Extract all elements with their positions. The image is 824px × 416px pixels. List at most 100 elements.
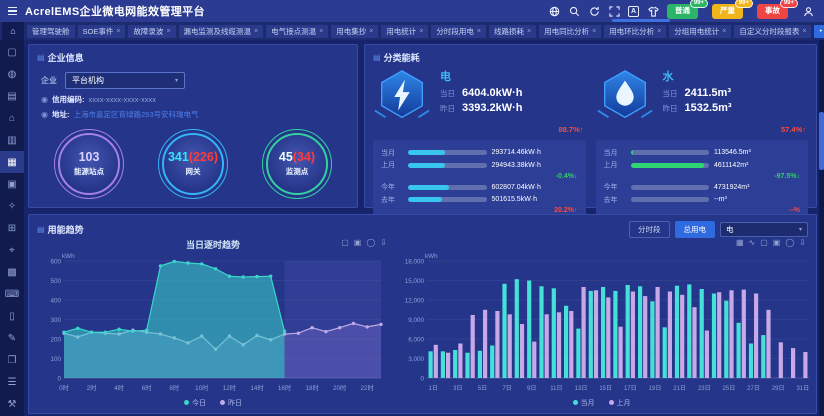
- tab-contact-temperature[interactable]: 电气接点测温×: [266, 25, 328, 38]
- tab-fault-recording[interactable]: 故障录波×: [128, 25, 175, 38]
- tab-line-loss[interactable]: 线路损耗×: [489, 25, 536, 38]
- refresh-icon[interactable]: [588, 5, 600, 17]
- down-arrow-icon: ↓: [797, 173, 801, 180]
- sidebar-item-video[interactable]: ▣: [0, 173, 24, 195]
- water-column: 水 当日2411.5m³ 昨日1532.5m³ 57.4%↑ 当月113546.…: [596, 67, 809, 219]
- alarm-count-accident: 99+: [780, 0, 798, 8]
- download-icon[interactable]: ⇩: [799, 238, 806, 247]
- theme-skin-icon[interactable]: [647, 5, 659, 17]
- energy-type-name: 水: [663, 68, 732, 84]
- user-icon[interactable]: [802, 5, 814, 17]
- close-icon[interactable]: ×: [477, 28, 481, 35]
- close-icon[interactable]: ×: [527, 28, 531, 35]
- vertical-scrollbar-thumb[interactable]: [819, 112, 824, 170]
- line-chart-toggle-icon[interactable]: ∿: [749, 238, 756, 247]
- alarm-badge-normal[interactable]: 普通 99+: [667, 4, 698, 19]
- svg-text:16时: 16时: [278, 383, 292, 392]
- organization-icon: ⌂: [9, 113, 15, 124]
- svg-text:4时: 4时: [114, 383, 125, 392]
- tab-energy-dashboard[interactable]: •能耗综合看板×: [814, 25, 824, 38]
- tab-management-cockpit[interactable]: 管理驾驶舱: [27, 25, 75, 38]
- tab-custom-report[interactable]: 自定义分时段报表×: [734, 25, 811, 38]
- sidebar-item-network[interactable]: ◍: [0, 63, 24, 85]
- legend-last-month[interactable]: 上月: [609, 398, 631, 408]
- sidebar-item-bulb[interactable]: ✧: [0, 195, 24, 217]
- tab-power-statistics[interactable]: 用电统计×: [381, 25, 428, 38]
- close-icon[interactable]: ×: [802, 28, 806, 35]
- sidebar-item-signal[interactable]: ⌖: [0, 239, 24, 261]
- close-icon[interactable]: ×: [657, 28, 661, 35]
- close-icon[interactable]: ×: [116, 28, 120, 35]
- font-size-icon[interactable]: A: [628, 6, 639, 17]
- globe-icon[interactable]: [548, 5, 560, 17]
- legend-current-month[interactable]: 当月: [573, 398, 595, 408]
- home-icon[interactable]: ⌂: [2, 22, 24, 40]
- zoom-box-icon[interactable]: ▢: [760, 238, 768, 247]
- sidebar-item-organization[interactable]: ⌂: [0, 107, 24, 129]
- sidebar-item-chart[interactable]: ▥: [0, 129, 24, 151]
- hamburger-menu-icon[interactable]: [8, 7, 17, 16]
- close-icon[interactable]: ×: [369, 28, 373, 35]
- total-power-button[interactable]: 总用电: [675, 221, 716, 238]
- credit-code-label: 信用编码:: [52, 94, 85, 105]
- svg-text:3,000: 3,000: [408, 356, 424, 363]
- alarm-badge-accident[interactable]: 事故 99+: [757, 4, 788, 19]
- restore-icon[interactable]: ▣: [773, 238, 781, 247]
- tab-time-of-use[interactable]: 分时段用电×: [431, 25, 486, 38]
- panel-title: 用能趋势: [48, 223, 84, 236]
- close-icon[interactable]: ×: [166, 28, 170, 35]
- sidebar-item-tools[interactable]: ⚒: [0, 393, 24, 415]
- restore-icon[interactable]: ▣: [354, 238, 362, 247]
- sidebar-item-qrcode[interactable]: ▩: [0, 261, 24, 283]
- close-icon[interactable]: ×: [254, 28, 258, 35]
- panel-title: 分类能耗: [384, 51, 420, 64]
- bar-fill: [631, 163, 704, 168]
- sidebar-item-edit[interactable]: ✎: [0, 327, 24, 349]
- sidebar-item-report[interactable]: ☰: [0, 371, 24, 393]
- sidebar-item-dashboard[interactable]: ▦: [0, 151, 24, 173]
- energy-type-select[interactable]: 电 ▾: [720, 222, 808, 237]
- legend-yesterday[interactable]: 昨日: [220, 398, 242, 408]
- tab-group-statistics[interactable]: 分组用电统计×: [669, 25, 731, 38]
- download-icon[interactable]: ⇩: [380, 238, 387, 247]
- sidebar-item-folder[interactable]: ▤: [0, 85, 24, 107]
- tab-soe-events[interactable]: SOE事件×: [78, 25, 126, 38]
- energy-trend-panel: ▤用能趋势 分时段 总用电 电 ▾ 当日逐时趋势: [28, 214, 817, 414]
- water-today-value: 2411.5m³: [685, 87, 731, 99]
- credit-code-icon: ◉: [41, 95, 48, 104]
- gauge-label: 监测点: [286, 166, 309, 177]
- close-icon[interactable]: ×: [319, 28, 323, 35]
- sidebar-item-copy[interactable]: ❐: [0, 349, 24, 371]
- header-scrollbar-thumb[interactable]: [612, 19, 670, 22]
- company-select[interactable]: 平台机构 ▾: [65, 72, 185, 89]
- sidebar-item-monitor[interactable]: ▢: [0, 41, 24, 63]
- fullscreen-icon[interactable]: [608, 5, 620, 17]
- svg-text:18时: 18时: [305, 383, 319, 392]
- sidebar-item-grid[interactable]: ⊞: [0, 217, 24, 239]
- chevron-down-icon: ▾: [799, 226, 802, 233]
- gauge-energy-sites: 103 能源站点: [54, 129, 124, 199]
- sidebar-item-keyboard[interactable]: ⌨: [0, 283, 24, 305]
- tab-meter-reading[interactable]: 用电集抄×: [331, 25, 378, 38]
- up-arrow-icon: ↑: [802, 125, 806, 134]
- legend-today[interactable]: 今日: [184, 398, 206, 408]
- svg-text:22时: 22时: [361, 383, 375, 392]
- bar-chart-toggle-icon[interactable]: ▦: [736, 238, 744, 247]
- alarm-badge-serious[interactable]: 严重 99+: [712, 4, 743, 19]
- sidebar-item-device[interactable]: ▯: [0, 305, 24, 327]
- close-icon[interactable]: ×: [722, 28, 726, 35]
- search-icon[interactable]: [568, 5, 580, 17]
- refresh-icon[interactable]: ◯: [785, 238, 794, 247]
- zoom-box-icon[interactable]: ▢: [341, 238, 349, 247]
- close-icon[interactable]: ×: [419, 28, 423, 35]
- tab-mom-analysis[interactable]: 用电环比分析×: [604, 25, 666, 38]
- svg-text:1日: 1日: [429, 385, 438, 392]
- credit-code-value: xxxx-xxxx-xxxx-xxxx: [88, 95, 156, 104]
- refresh-icon[interactable]: ◯: [366, 238, 375, 247]
- tab-yoy-analysis[interactable]: 用电同比分析×: [539, 25, 601, 38]
- svg-text:9日: 9日: [527, 385, 536, 392]
- interval-button[interactable]: 分时段: [629, 221, 670, 238]
- close-icon[interactable]: ×: [592, 28, 596, 35]
- tab-leakage-monitoring[interactable]: 漏电监测及线缆测温×: [179, 25, 264, 38]
- bar-fill: [408, 150, 445, 155]
